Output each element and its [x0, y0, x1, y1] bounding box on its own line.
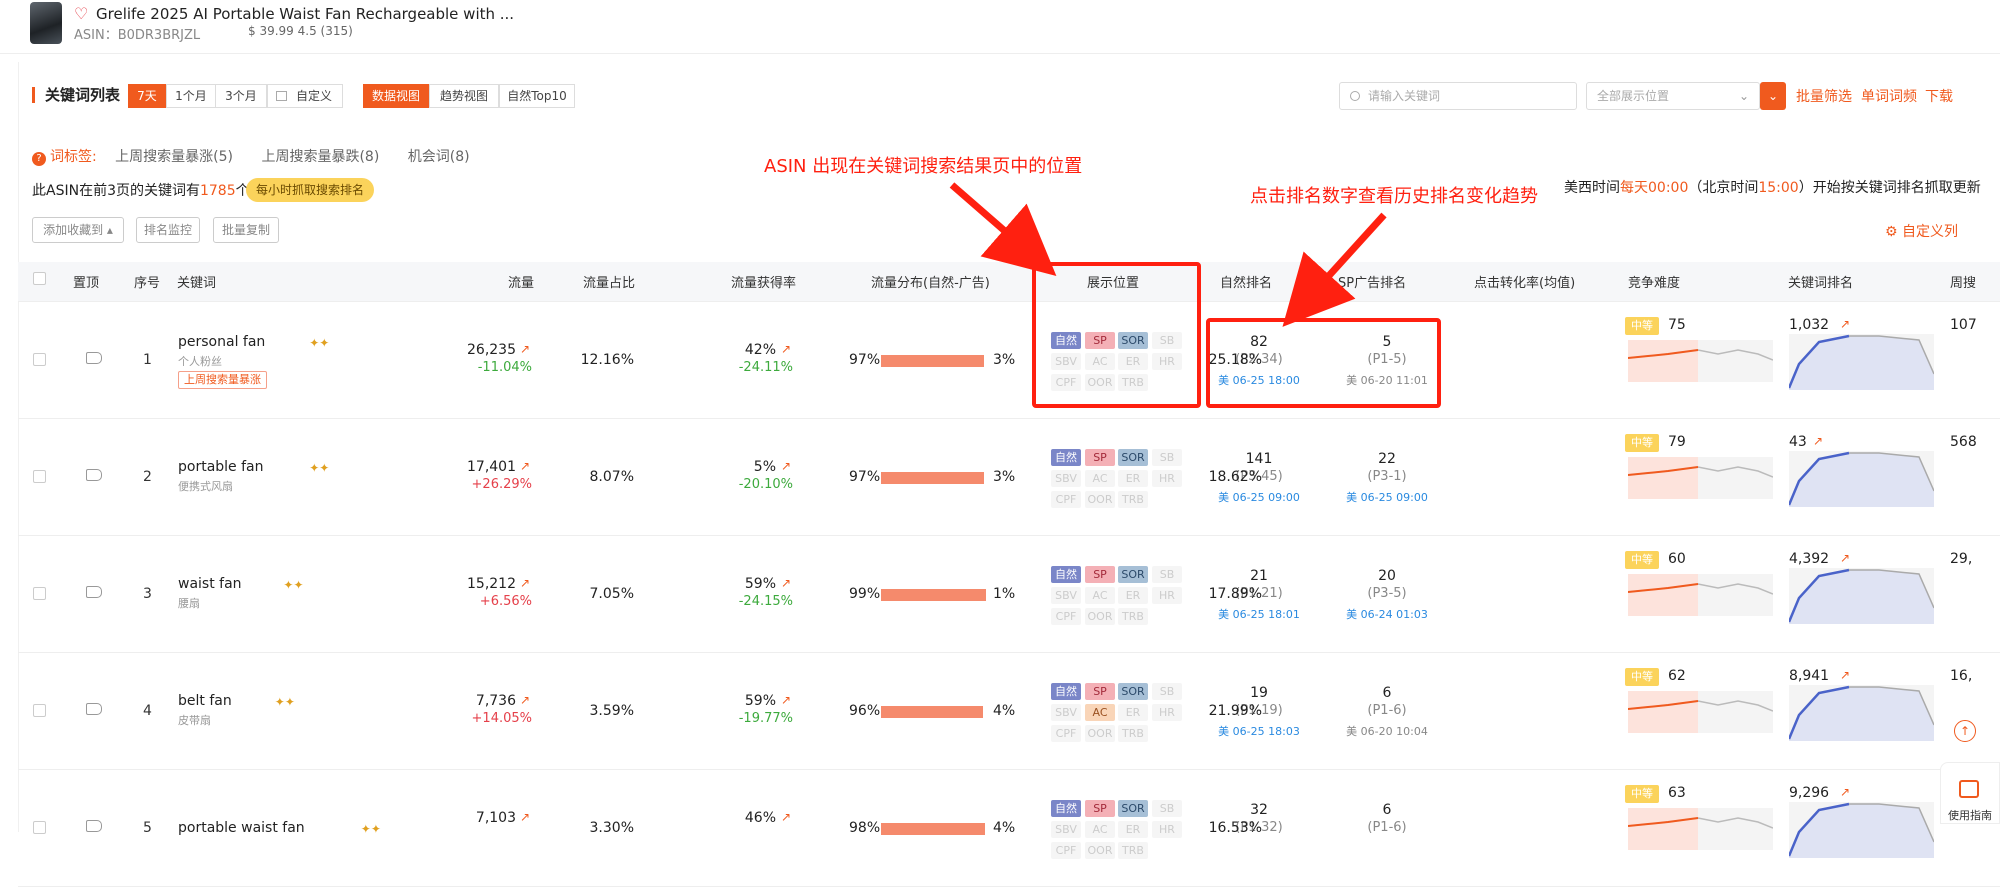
- scroll-top-icon[interactable]: ↑: [1954, 720, 1976, 742]
- traffic-dist-bar: [881, 823, 985, 835]
- book-icon: [1959, 780, 1979, 798]
- annotation-arrows: [949, 182, 1387, 327]
- position-badge-trb: TRB: [1118, 842, 1148, 859]
- arrow-to-display: [949, 182, 1057, 276]
- user-guide-label: 使用指南: [1948, 809, 1992, 822]
- arrow-to-rank: [1282, 212, 1387, 327]
- position-badge-oor: OOR: [1085, 842, 1115, 859]
- keyword-source-icon: ✦✦: [360, 822, 381, 836]
- position-badge-cpf: CPF: [1051, 842, 1081, 859]
